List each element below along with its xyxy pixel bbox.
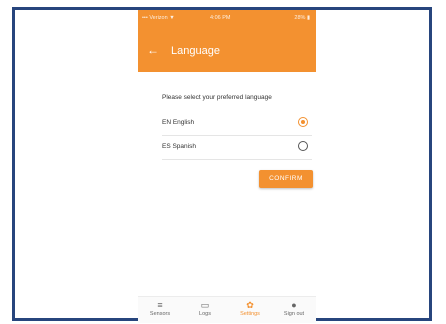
radio-english-selected[interactable]	[298, 117, 308, 127]
carrier-label: ••• Verizon ▼	[142, 15, 175, 21]
arrow-left-icon[interactable]: ←	[147, 44, 159, 56]
bottom-tab-bar: ≡ Sensors ▭ Logs ✿ Settings ● Sign out	[138, 296, 316, 323]
confirm-button[interactable]: CONFIRM	[259, 170, 313, 188]
battery-icon: ▮	[306, 15, 310, 21]
carrier-text: Verizon	[149, 15, 168, 21]
battery-status: 28% ▮	[294, 15, 310, 21]
tab-sensors[interactable]: ≡ Sensors	[140, 299, 180, 317]
radio-spanish[interactable]	[298, 141, 308, 151]
status-time: 4:06 PM	[210, 15, 231, 21]
gear-icon: ✿	[246, 300, 254, 310]
wifi-icon: ▼	[169, 15, 175, 21]
tab-label: Sensors	[149, 311, 171, 317]
page-title: Language	[171, 45, 220, 57]
menu-lines-icon: ≡	[157, 300, 163, 310]
language-option-spanish[interactable]: ES Spanish	[162, 135, 312, 160]
option-label: EN English	[162, 119, 195, 126]
tab-label: Settings	[240, 311, 260, 317]
option-label: ES Spanish	[162, 143, 196, 150]
signal-icon: •••	[142, 15, 148, 21]
tab-settings[interactable]: ✿ Settings	[230, 299, 270, 317]
tab-label: Sign out	[283, 311, 305, 317]
person-icon: ●	[291, 300, 297, 310]
language-option-english[interactable]: EN English	[162, 111, 312, 136]
phone-screen: ••• Verizon ▼ 4:06 PM 28% ▮ ← Language P…	[138, 10, 316, 323]
app-header: ••• Verizon ▼ 4:06 PM 28% ▮ ← Language	[138, 10, 316, 72]
tab-sign-out[interactable]: ● Sign out	[274, 299, 314, 317]
tab-label: Logs	[199, 311, 211, 317]
battery-percent: 28%	[294, 15, 306, 21]
language-prompt: Please select your preferred language	[162, 94, 272, 101]
folder-icon: ▭	[200, 300, 210, 310]
status-bar: ••• Verizon ▼ 4:06 PM 28% ▮	[138, 10, 316, 26]
tab-logs[interactable]: ▭ Logs	[185, 299, 225, 317]
